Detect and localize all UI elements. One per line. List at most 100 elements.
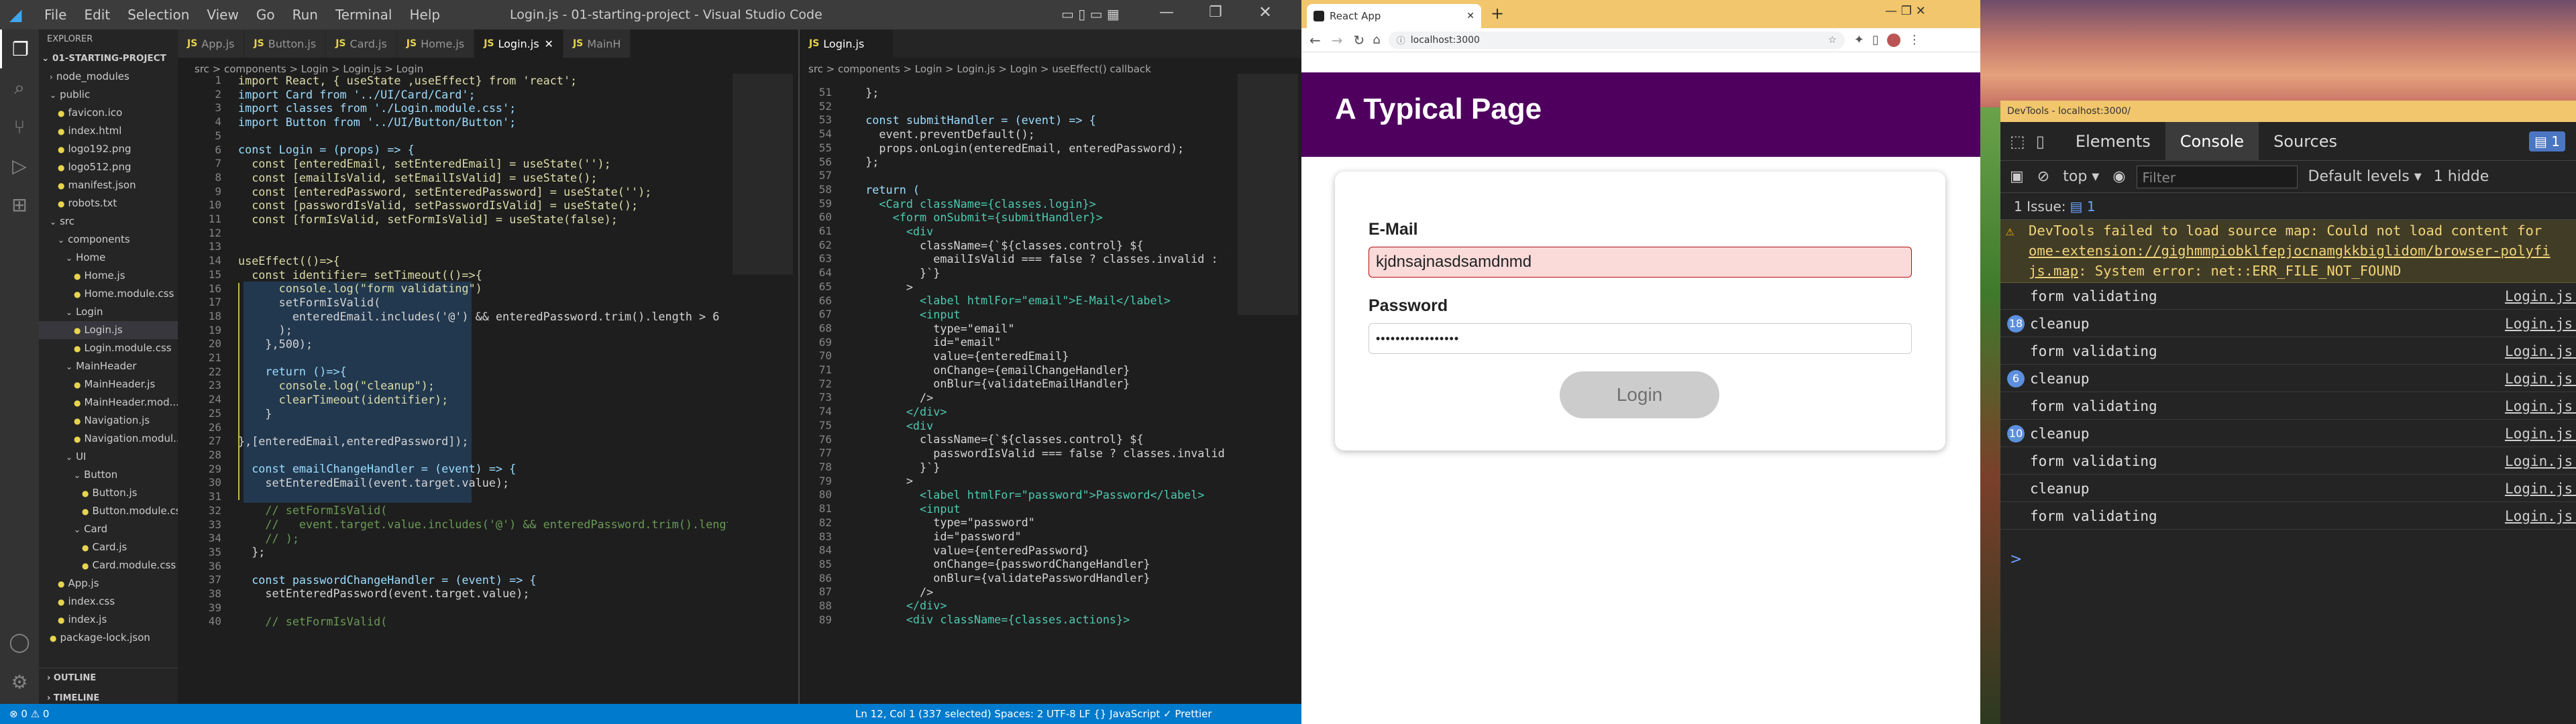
code-line[interactable]: setFormIsValid( [238, 296, 728, 310]
code-line[interactable]: <div [852, 225, 1228, 239]
code-line[interactable]: // setFormIsValid( [238, 503, 728, 518]
tree-item[interactable]: ⌄ Button [39, 466, 178, 484]
tree-item[interactable]: ⌄ Login [39, 303, 178, 321]
code-line[interactable]: <Card className={classes.login}> [852, 197, 1228, 211]
extensions-icon[interactable]: ✦ [1854, 33, 1864, 47]
menu-item[interactable]: Selection [127, 7, 189, 23]
code-line[interactable]: <div className={classes.actions}> [852, 613, 1228, 627]
code-line[interactable]: > [852, 474, 1228, 488]
code-line[interactable]: }`} [852, 461, 1228, 475]
code-line[interactable]: // event.target.value.includes('@') && e… [238, 518, 728, 532]
timeline-section[interactable]: › TIMELINE [39, 688, 178, 704]
outline-section[interactable]: › OUTLINE [39, 668, 178, 688]
code-line[interactable]: <input [852, 502, 1228, 516]
extensions-icon[interactable]: ⊞ [0, 185, 39, 224]
menu-item[interactable]: View [207, 7, 238, 23]
editor-tab[interactable]: JS Card.js [326, 29, 397, 58]
issues-badge[interactable]: ▤ 1 [2529, 131, 2565, 152]
code-line[interactable]: const Login = (props) => { [238, 143, 728, 157]
code-line[interactable]: onChange={passwordChangeHandler} [852, 557, 1228, 571]
new-tab-button[interactable]: + [1491, 4, 1504, 23]
home-icon[interactable]: ⌂ [1373, 33, 1380, 47]
code-line[interactable]: }; [238, 545, 728, 559]
tree-item[interactable]: ● index.html [39, 122, 178, 140]
info-icon[interactable]: ⓘ [1397, 34, 1405, 46]
code-line[interactable]: > [852, 280, 1228, 294]
tree-item[interactable]: ⌄ UI [39, 448, 178, 466]
editor-tab[interactable]: JS Login.js ✕ [474, 29, 564, 58]
tree-item[interactable]: ⌄ components [39, 231, 178, 249]
code-line[interactable]: }; [852, 86, 1228, 100]
tree-item[interactable]: ● index.css [39, 593, 178, 611]
context-select[interactable]: top ▾ [2063, 168, 2099, 185]
menu-kebab-icon[interactable]: ⋮ [1909, 33, 1921, 47]
code-line[interactable] [238, 351, 728, 365]
tree-item[interactable]: ● Login.module.css [39, 339, 178, 357]
code-editor-right[interactable]: }; const submitHandler = (event) => { ev… [852, 86, 1228, 699]
code-line[interactable] [852, 169, 1228, 183]
log-source-link[interactable]: Login.js: [2505, 481, 2576, 497]
code-line[interactable] [238, 420, 728, 434]
code-line[interactable]: className={`${classes.control} ${ [852, 239, 1228, 253]
log-source-link[interactable]: Login.js: [2505, 288, 2576, 304]
editor-tab[interactable]: JS MainH [563, 29, 631, 58]
tree-item[interactable]: ⌄ Home [39, 249, 178, 267]
code-line[interactable]: id="password" [852, 530, 1228, 544]
inspect-icon[interactable]: ⬚ [2010, 132, 2025, 151]
code-line[interactable]: className={`${classes.control} ${ [852, 432, 1228, 446]
code-line[interactable]: setEnteredPassword(event.target.value); [238, 587, 728, 601]
sidebar-icon[interactable]: ▯ [1872, 33, 1879, 47]
code-line[interactable]: import Button from '../UI/Button/Button'… [238, 115, 728, 129]
editor-tab[interactable]: JS Button.js [244, 29, 327, 58]
log-source-link[interactable]: Login.js: [2505, 453, 2576, 469]
log-source-link[interactable]: Login.js: [2505, 371, 2576, 387]
log-source-link[interactable]: Login.js: [2505, 426, 2576, 442]
tree-item[interactable]: ● Home.module.css [39, 285, 178, 303]
tree-item[interactable]: ● index.js [39, 611, 178, 629]
code-line[interactable] [238, 601, 728, 615]
code-line[interactable]: <div [852, 419, 1228, 433]
email-field[interactable]: kjdnsajnasdsamdnmd [1368, 247, 1912, 278]
tab-close-icon[interactable]: ✕ [1466, 11, 1474, 21]
tree-item[interactable]: ⌄ Card [39, 520, 178, 538]
code-line[interactable]: id="email" [852, 335, 1228, 349]
code-line[interactable]: return ()=>{ [238, 365, 728, 379]
log-source-link[interactable]: Login.js: [2505, 343, 2576, 359]
devtools-tab[interactable]: Elements [2061, 122, 2165, 161]
code-line[interactable]: type="email" [852, 322, 1228, 336]
code-editor-left[interactable]: import React, { useState ,useEffect} fro… [238, 74, 728, 701]
tree-item[interactable]: ● manifest.json [39, 176, 178, 194]
tree-item[interactable]: ● robots.txt [39, 194, 178, 213]
gear-icon[interactable]: ⚙ [0, 662, 39, 701]
code-line[interactable]: import Card from '../UI/Card/Card'; [238, 88, 728, 102]
tree-item[interactable]: ● Card.js [39, 538, 178, 556]
editor-tab[interactable]: JS Home.js [396, 29, 475, 58]
tree-item[interactable]: ⌄ src [39, 213, 178, 231]
tab-close-icon[interactable]: ✕ [545, 38, 553, 50]
eye-icon[interactable]: ◉ [2112, 168, 2125, 185]
bookmark-star-icon[interactable]: ☆ [1828, 35, 1837, 46]
password-field[interactable]: ••••••••••••••••• [1368, 323, 1912, 354]
menu-item[interactable]: Go [256, 7, 275, 23]
forward-icon[interactable]: → [1332, 32, 1343, 48]
code-line[interactable]: <input [852, 308, 1228, 322]
maximize-icon[interactable]: ❐ [1209, 4, 1222, 21]
code-line[interactable]: const passwordChangeHandler = (event) =>… [238, 573, 728, 587]
minimize-icon[interactable]: — [1159, 4, 1174, 21]
code-line[interactable]: return ( [852, 183, 1228, 197]
code-line[interactable] [238, 240, 728, 254]
back-icon[interactable]: ← [1309, 32, 1321, 48]
code-line[interactable]: <label htmlFor="email">E-Mail</label> [852, 294, 1228, 308]
code-line[interactable]: }`} [852, 266, 1228, 280]
code-line[interactable]: const [emailIsValid, setEmailIsValid] = … [238, 171, 728, 185]
tree-item[interactable]: › node_modules [39, 68, 178, 86]
code-line[interactable]: import classes from './Login.module.css'… [238, 101, 728, 115]
code-line[interactable]: value={enteredEmail} [852, 349, 1228, 363]
account-icon[interactable]: ◯ [0, 622, 39, 661]
clear-console-icon[interactable]: ⊘ [2037, 168, 2049, 185]
tree-item[interactable]: ● Home.js [39, 267, 178, 285]
log-source-link[interactable]: Login.js: [2505, 316, 2576, 332]
explorer-root[interactable]: ⌄ 01-STARTING-PROJECT [39, 50, 178, 68]
tree-item[interactable]: ⌄ MainHeader [39, 357, 178, 375]
tree-item[interactable]: ● Button.js [39, 484, 178, 502]
